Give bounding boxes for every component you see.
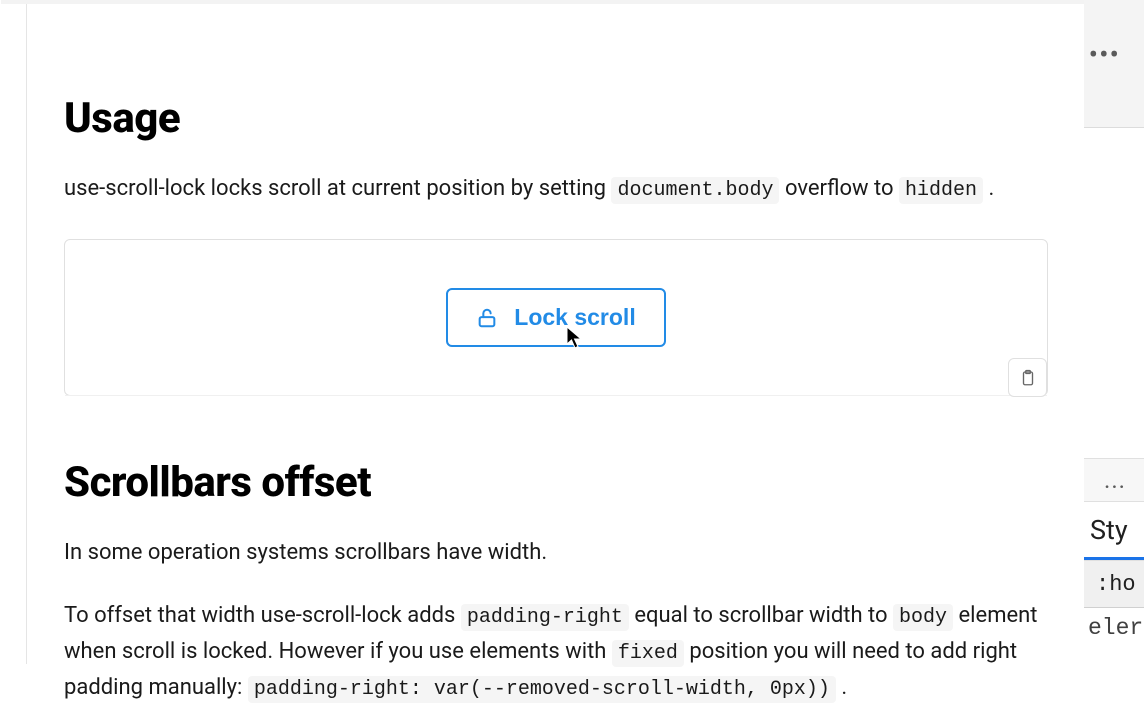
devtools-topbar: ••• (1084, 0, 1144, 128)
element-style-row[interactable]: eler (1084, 608, 1144, 648)
demo-container: Lock scroll (64, 239, 1048, 396)
scrollbars-offset-heading: Scrollbars offset (64, 458, 1048, 507)
unlock-icon (476, 306, 498, 330)
devtools-more-row[interactable]: ... (1084, 458, 1144, 502)
usage-heading: Usage (64, 94, 1048, 143)
styles-tab-label: Sty (1090, 514, 1128, 546)
hover-selector-label: :ho (1096, 572, 1136, 597)
copy-code-button[interactable] (1008, 358, 1047, 397)
documentation-content: Usage use-scroll-lock locks scroll at cu… (26, 0, 1086, 664)
code-fixed: fixed (612, 640, 684, 667)
more-icon[interactable]: ••• (1089, 38, 1120, 71)
usage-paragraph: use-scroll-lock locks scroll at current … (64, 171, 1048, 207)
code-document-body: document.body (611, 177, 779, 204)
usage-text-1: use-scroll-lock locks scroll at current … (64, 176, 611, 201)
element-style-label: eler (1088, 615, 1143, 641)
code-hidden: hidden (899, 177, 983, 204)
top-divider (1, 0, 1144, 4)
offset-text-1: To offset that width use-scroll-lock add… (64, 603, 461, 628)
clipboard-icon (1019, 368, 1037, 388)
offset-text-5: . (836, 675, 847, 700)
lock-scroll-button[interactable]: Lock scroll (446, 288, 665, 347)
code-body: body (893, 604, 953, 631)
usage-text-2: overflow to (779, 176, 899, 201)
styles-tab[interactable]: Sty (1084, 502, 1144, 560)
lock-scroll-label: Lock scroll (514, 304, 635, 331)
offset-paragraph-2: To offset that width use-scroll-lock add… (64, 598, 1048, 703)
code-padding-var: padding-right: var(--removed-scroll-widt… (248, 676, 836, 703)
usage-text-3: . (983, 176, 994, 201)
more-dots-icon: ... (1104, 466, 1126, 494)
hover-selector-row[interactable]: :ho (1084, 560, 1144, 608)
offset-text-2: equal to scrollbar width to (629, 603, 893, 628)
devtools-sidebar: ••• ... Sty :ho eler (1084, 0, 1144, 664)
offset-paragraph-1: In some operation systems scrollbars hav… (64, 535, 1048, 570)
code-padding-right: padding-right (461, 604, 629, 631)
devtools-blank (1084, 128, 1144, 458)
